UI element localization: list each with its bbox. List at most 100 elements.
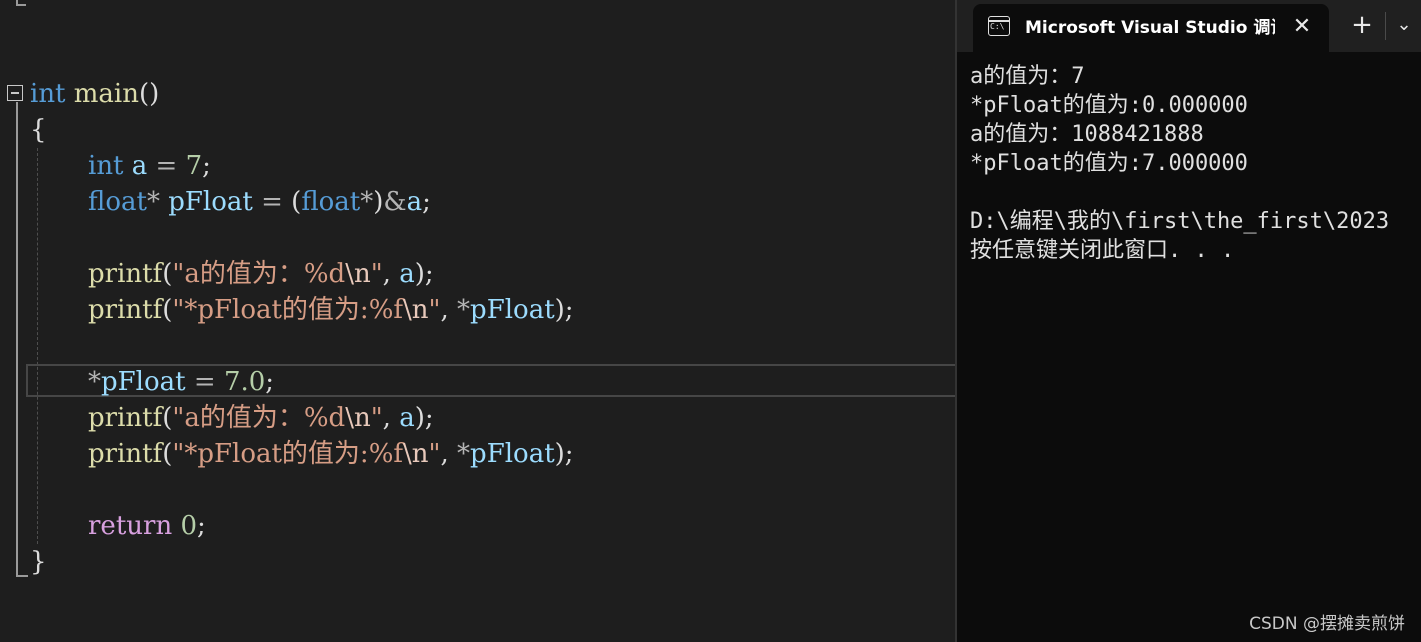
code-token: pFloat: [470, 295, 555, 325]
code-token: a: [399, 403, 415, 433]
console-output-line: a的值为：7: [970, 64, 1085, 89]
code-token: \n: [345, 259, 371, 289]
console-output-line: D:\编程\我的\first\the_first\2023: [970, 209, 1390, 234]
code-token: printf: [88, 259, 163, 289]
code-token: "a的值为：%d: [172, 403, 346, 433]
code-token: =: [185, 367, 224, 397]
outline-guide-top-end: [16, 4, 26, 6]
code-line-text: *pFloat = 7.0;: [88, 364, 274, 400]
close-tab-button[interactable]: ✕: [1289, 14, 1315, 40]
tab-separator: [1385, 12, 1386, 40]
code-token: "*pFloat的值为:%f: [172, 439, 404, 469]
code-token: *: [360, 187, 374, 217]
code-line-text: printf("*pFloat的值为:%f\n", *pFloat);: [88, 436, 574, 472]
code-token: printf: [88, 439, 163, 469]
code-token: ": [428, 295, 441, 325]
code-token: {: [30, 115, 47, 145]
code-token: *: [457, 295, 471, 325]
code-token: (: [162, 295, 173, 325]
code-token: ): [373, 187, 384, 217]
code-token: float: [88, 187, 147, 217]
code-line[interactable]: *pFloat = 7.0;: [0, 364, 955, 400]
code-line[interactable]: [0, 328, 955, 364]
console-output-line: *pFloat的值为:7.000000: [970, 151, 1248, 176]
code-token: =: [252, 187, 292, 217]
watermark: CSDN @摆摊卖煎饼: [1249, 614, 1405, 634]
code-line[interactable]: {: [0, 112, 955, 148]
code-token: \n: [345, 403, 371, 433]
new-tab-button[interactable]: +: [1345, 10, 1379, 40]
code-token: pFloat: [101, 367, 186, 397]
code-line[interactable]: return 0;: [0, 508, 955, 544]
code-token: printf: [88, 295, 163, 325]
code-line[interactable]: }: [0, 544, 955, 580]
code-token: );: [414, 259, 434, 289]
code-token: ,: [382, 259, 400, 289]
code-token: ;: [202, 151, 211, 181]
code-line[interactable]: printf("*pFloat的值为:%f\n", *pFloat);: [0, 436, 955, 472]
code-token: float: [301, 187, 361, 217]
code-token: ;: [197, 511, 206, 541]
code-token: ,: [440, 295, 458, 325]
code-token: main: [73, 79, 139, 109]
code-token: *: [457, 439, 471, 469]
code-token: &: [383, 187, 407, 217]
code-token: );: [554, 295, 574, 325]
chevron-down-icon[interactable]: ⌄: [1389, 10, 1419, 40]
code-token: 0: [180, 511, 197, 541]
code-line-text: printf("a的值为：%d\n", a);: [88, 256, 434, 292]
code-token: (: [162, 259, 173, 289]
code-token: );: [414, 403, 434, 433]
console-tab[interactable]: C:\ Microsoft Visual Studio 调试控制台 ✕: [973, 4, 1329, 52]
console-output-line: *pFloat的值为:0.000000: [970, 93, 1248, 118]
debug-console-window: C:\ Microsoft Visual Studio 调试控制台 ✕ + ⌄ …: [955, 0, 1421, 642]
code-line[interactable]: [0, 472, 955, 508]
code-token: pFloat: [470, 439, 555, 469]
code-token: (): [139, 79, 160, 109]
code-line[interactable]: printf("a的值为：%d\n", a);: [0, 256, 955, 292]
code-token: =: [147, 151, 186, 181]
code-token: int: [30, 79, 66, 109]
code-line-text: int main(): [30, 76, 159, 112]
console-output-line: a的值为：1088421888: [970, 122, 1204, 147]
code-token: \n: [403, 439, 429, 469]
code-line-text: float* pFloat = (float*)&a;: [88, 184, 431, 220]
code-line-text: return 0;: [88, 508, 206, 544]
code-token: "*pFloat的值为:%f: [172, 295, 404, 325]
code-line[interactable]: printf("a的值为：%d\n", a);: [0, 400, 955, 436]
code-token: ": [428, 439, 441, 469]
code-token: ;: [422, 187, 431, 217]
code-line[interactable]: printf("*pFloat的值为:%f\n", *pFloat);: [0, 292, 955, 328]
terminal-icon-text: C:\: [990, 22, 1005, 31]
terminal-icon: C:\: [988, 16, 1010, 36]
code-token: a: [131, 151, 148, 181]
code-line-text: int a = 7;: [88, 148, 211, 184]
code-token: a: [399, 259, 415, 289]
code-line[interactable]: int a = 7;: [0, 148, 955, 184]
code-token: ": [370, 259, 383, 289]
code-line-text: printf("*pFloat的值为:%f\n", *pFloat);: [88, 292, 574, 328]
code-token: int: [88, 151, 124, 181]
code-token: *: [146, 187, 160, 217]
code-token: ": [370, 403, 383, 433]
code-token: ,: [382, 403, 400, 433]
code-line-text: printf("a的值为：%d\n", a);: [88, 400, 434, 436]
code-editor[interactable]: int main(){int a = 7; float* pFloat = (fl…: [0, 0, 955, 642]
code-token: *: [88, 367, 101, 397]
code-token: 7.0: [223, 367, 266, 397]
code-token: return: [88, 511, 173, 541]
code-line[interactable]: float* pFloat = (float*)&a;: [0, 184, 955, 220]
code-token: (: [162, 439, 173, 469]
code-token: }: [30, 547, 47, 577]
code-token: 7: [185, 151, 203, 181]
code-line[interactable]: int main(): [0, 76, 955, 112]
code-line[interactable]: [0, 220, 955, 256]
code-line-text: {: [30, 112, 47, 148]
code-token: printf: [88, 403, 163, 433]
code-token: ,: [440, 439, 458, 469]
code-token: pFloat: [168, 187, 253, 217]
console-tab-title: Microsoft Visual Studio 调试控制台: [1025, 18, 1275, 38]
